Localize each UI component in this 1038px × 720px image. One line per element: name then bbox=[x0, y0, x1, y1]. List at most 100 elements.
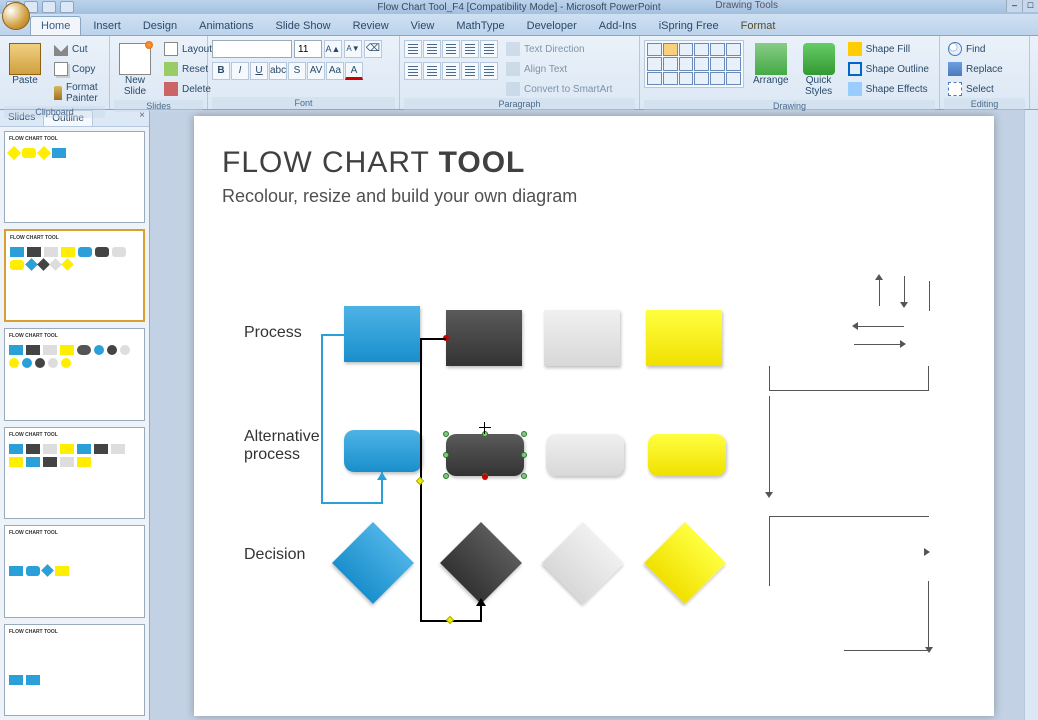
thumbnail-1[interactable]: FLOW CHART TOOL bbox=[4, 131, 145, 223]
numbering-button[interactable] bbox=[423, 40, 441, 58]
text-direction-button[interactable]: Text Direction bbox=[502, 40, 616, 58]
sample-elbow[interactable] bbox=[769, 516, 929, 586]
shape-rect-icon[interactable] bbox=[679, 43, 694, 56]
shape-arrow-icon[interactable] bbox=[663, 43, 678, 56]
shape-scribble-icon[interactable] bbox=[679, 72, 694, 85]
decision-grey[interactable] bbox=[542, 522, 624, 604]
office-button[interactable] bbox=[2, 2, 30, 30]
paste-button[interactable]: Paste bbox=[4, 40, 46, 89]
shrink-font-button[interactable]: A▼ bbox=[344, 40, 362, 58]
align-center-button[interactable] bbox=[423, 62, 441, 80]
shape-line-icon[interactable] bbox=[647, 43, 662, 56]
columns-button[interactable] bbox=[480, 62, 498, 80]
thumbnail-5[interactable]: FLOW CHART TOOL bbox=[4, 525, 145, 617]
process-yellow[interactable] bbox=[646, 310, 722, 366]
tab-addins[interactable]: Add-Ins bbox=[589, 17, 647, 35]
justify-button[interactable] bbox=[461, 62, 479, 80]
maximize-button[interactable]: □ bbox=[1022, 0, 1038, 12]
tab-animations[interactable]: Animations bbox=[189, 17, 263, 35]
font-color-button[interactable]: A bbox=[345, 62, 363, 80]
label-process[interactable]: Process bbox=[244, 324, 302, 342]
shape-callout-icon[interactable] bbox=[726, 57, 741, 70]
decision-dark[interactable] bbox=[440, 522, 522, 604]
process-blue[interactable] bbox=[344, 306, 420, 362]
tab-home[interactable]: Home bbox=[30, 16, 81, 35]
selection-handle[interactable] bbox=[521, 452, 527, 458]
tab-design[interactable]: Design bbox=[133, 17, 187, 35]
shadow-button[interactable]: S bbox=[288, 62, 306, 80]
qat-redo-icon[interactable] bbox=[42, 1, 56, 13]
thumbnail-6[interactable]: FLOW CHART TOOL bbox=[4, 624, 145, 716]
vertical-scrollbar[interactable] bbox=[1024, 110, 1038, 720]
underline-button[interactable]: U bbox=[250, 62, 268, 80]
selection-handle[interactable] bbox=[521, 431, 527, 437]
connector-blue[interactable] bbox=[321, 334, 323, 504]
copy-button[interactable]: Copy bbox=[50, 60, 108, 78]
cut-button[interactable]: Cut bbox=[50, 40, 108, 58]
shape-oval-icon[interactable] bbox=[710, 43, 725, 56]
italic-button[interactable]: I bbox=[231, 62, 249, 80]
slidepanel-close-icon[interactable]: × bbox=[135, 110, 149, 126]
line-spacing-button[interactable] bbox=[480, 40, 498, 58]
connector-black[interactable] bbox=[420, 338, 446, 340]
shape-elbow-icon[interactable] bbox=[663, 57, 678, 70]
find-button[interactable]: Find bbox=[944, 40, 1007, 58]
shape-freeform-icon[interactable] bbox=[663, 72, 678, 85]
tab-insert[interactable]: Insert bbox=[83, 17, 131, 35]
connector-blue[interactable] bbox=[321, 502, 381, 504]
shape-triangle-icon[interactable] bbox=[726, 43, 741, 56]
sample-line[interactable] bbox=[769, 396, 770, 496]
altprocess-blue[interactable] bbox=[344, 430, 422, 472]
thumbnail-4[interactable]: FLOW CHART TOOL bbox=[4, 427, 145, 519]
sample-elbow-2[interactable] bbox=[844, 581, 929, 651]
thumbnails[interactable]: FLOW CHART TOOL FLOW CHART TOOL FLOW CHA… bbox=[0, 127, 149, 720]
label-alternative[interactable]: Alternative process bbox=[244, 428, 339, 464]
select-button[interactable]: Select bbox=[944, 80, 1007, 98]
arrange-button[interactable]: Arrange bbox=[748, 40, 794, 89]
slide-canvas[interactable]: FLOW CHART TOOL Recolour, resize and bui… bbox=[194, 116, 994, 716]
shape-bracket-icon[interactable] bbox=[710, 72, 725, 85]
sample-bracket[interactable] bbox=[769, 366, 929, 391]
qat-print-icon[interactable] bbox=[60, 1, 74, 13]
adjust-handle[interactable] bbox=[416, 477, 424, 485]
spacing-button[interactable]: AV bbox=[307, 62, 325, 80]
new-slide-button[interactable]: New Slide bbox=[114, 40, 156, 100]
tab-ispring[interactable]: iSpring Free bbox=[649, 17, 729, 35]
shape-outline-button[interactable]: Shape Outline bbox=[844, 60, 933, 78]
tab-format[interactable]: Format bbox=[731, 17, 786, 35]
shape-arrow2-icon[interactable] bbox=[679, 57, 694, 70]
shape-curve-icon[interactable] bbox=[647, 72, 662, 85]
tab-mathtype[interactable]: MathType bbox=[446, 17, 514, 35]
font-family-input[interactable] bbox=[212, 40, 292, 58]
slide-title[interactable]: FLOW CHART TOOL bbox=[222, 146, 525, 180]
shape-more-icon[interactable] bbox=[726, 72, 741, 85]
sample-arrows[interactable] bbox=[874, 276, 954, 316]
altprocess-yellow[interactable] bbox=[648, 434, 726, 476]
sample-arrows-h[interactable] bbox=[854, 326, 934, 356]
replace-button[interactable]: Replace bbox=[944, 60, 1007, 78]
adjust-handle[interactable] bbox=[446, 616, 454, 624]
decision-yellow[interactable] bbox=[644, 522, 726, 604]
align-text-button[interactable]: Align Text bbox=[502, 60, 616, 78]
decision-blue[interactable] bbox=[332, 522, 414, 604]
format-painter-button[interactable]: Format Painter bbox=[50, 80, 108, 106]
tab-slideshow[interactable]: Slide Show bbox=[266, 17, 341, 35]
shape-effects-button[interactable]: Shape Effects bbox=[844, 80, 933, 98]
selection-handle[interactable] bbox=[443, 431, 449, 437]
process-grey[interactable] bbox=[544, 310, 620, 366]
process-dark[interactable] bbox=[446, 310, 522, 366]
font-size-input[interactable] bbox=[294, 40, 322, 58]
connection-point[interactable] bbox=[482, 474, 488, 480]
increase-indent-button[interactable] bbox=[461, 40, 479, 58]
thumbnail-2[interactable]: FLOW CHART TOOL bbox=[4, 229, 145, 322]
decrease-indent-button[interactable] bbox=[442, 40, 460, 58]
altprocess-grey[interactable] bbox=[546, 434, 624, 476]
align-right-button[interactable] bbox=[442, 62, 460, 80]
connector-blue[interactable] bbox=[321, 334, 344, 336]
shape-star-icon[interactable] bbox=[710, 57, 725, 70]
thumbnail-3[interactable]: FLOW CHART TOOL bbox=[4, 328, 145, 420]
shape-connector-icon[interactable] bbox=[647, 57, 662, 70]
quick-styles-button[interactable]: Quick Styles bbox=[798, 40, 840, 100]
slide-subtitle[interactable]: Recolour, resize and build your own diag… bbox=[222, 186, 577, 207]
grow-font-button[interactable]: A▲ bbox=[324, 40, 342, 58]
